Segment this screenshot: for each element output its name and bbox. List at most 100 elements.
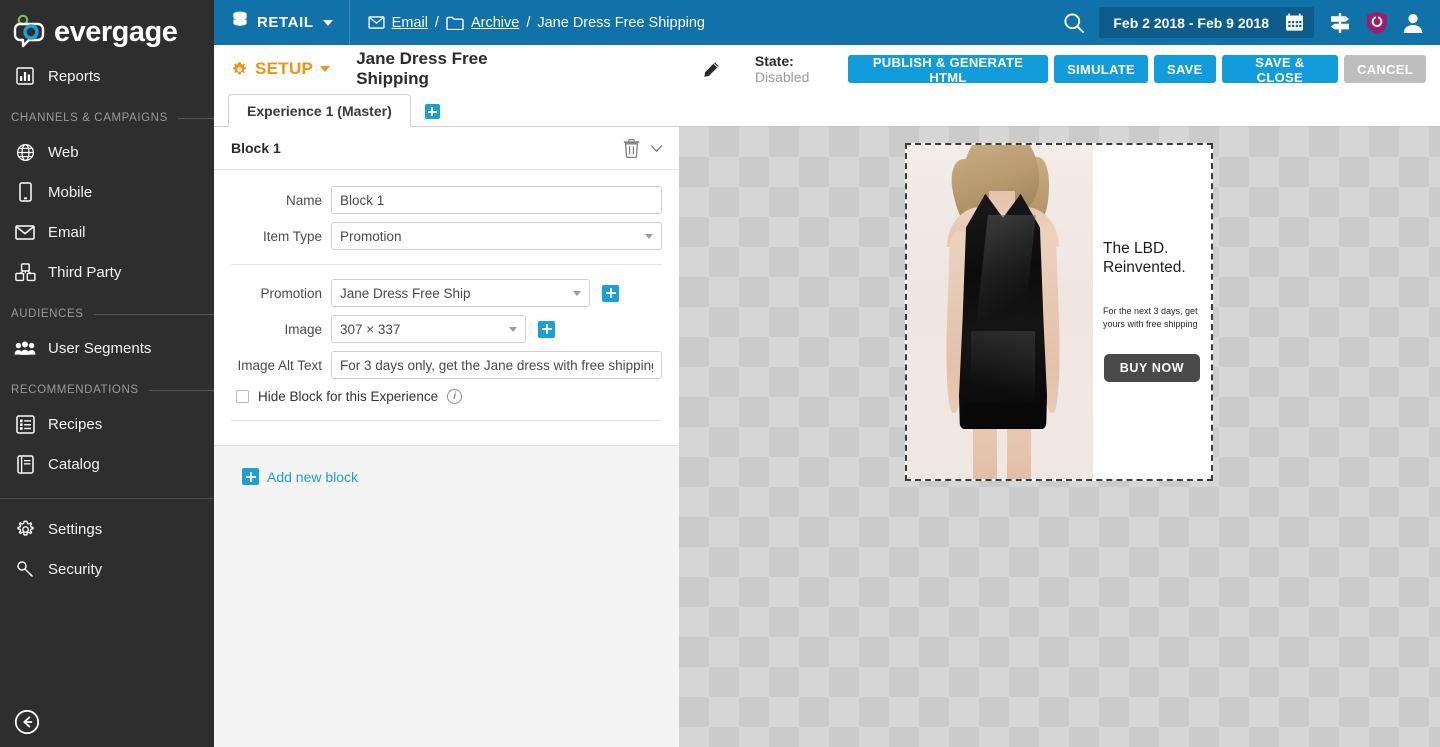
chevron-down-icon [645, 233, 653, 239]
field-row-item-type: Item Type Promotion [231, 218, 662, 254]
buy-now-button[interactable]: BUY NOW [1104, 354, 1200, 382]
promotion-select[interactable]: Jane Dress Free Ship [331, 279, 590, 307]
tab-label: Experience 1 (Master) [247, 103, 392, 119]
search-icon[interactable] [1063, 12, 1085, 34]
setup-menu[interactable]: SETUP [231, 59, 331, 79]
sidebar-item-settings[interactable]: Settings [0, 509, 214, 549]
info-icon[interactable]: i [447, 389, 463, 404]
envelope-icon [12, 221, 38, 243]
chevron-down-icon [322, 19, 333, 26]
third-party-icon [12, 261, 38, 283]
database-stack-icon [232, 11, 248, 34]
item-type-label: Item Type [262, 228, 322, 244]
sidebar-item-catalog[interactable]: Catalog [0, 444, 214, 484]
experience-tabs: Experience 1 (Master) [214, 93, 1440, 127]
breadcrumb-current: Jane Dress Free Shipping [537, 14, 705, 31]
sidebar-item-recipes[interactable]: Recipes [0, 404, 214, 444]
name-input[interactable] [331, 186, 662, 214]
sidebar-item-mobile[interactable]: Mobile [0, 172, 214, 212]
sidebar-item-label: Recipes [48, 415, 103, 433]
sidebar-section-label: RECOMMENDATIONS [11, 384, 139, 396]
simulate-button[interactable]: SIMULATE [1054, 55, 1148, 83]
date-range-picker[interactable]: Feb 2 2018 - Feb 9 2018 [1099, 7, 1314, 38]
book-icon [12, 453, 38, 475]
block-header: Block 1 [214, 127, 679, 170]
signpost-icon[interactable] [1328, 12, 1352, 34]
tab-experience-1-master[interactable]: Experience 1 (Master) [228, 94, 411, 127]
plus-square-icon [538, 320, 555, 338]
add-image-button[interactable] [538, 320, 555, 338]
item-type-select[interactable]: Promotion [331, 222, 662, 250]
add-experience-button[interactable] [424, 104, 440, 119]
block-card: Block 1 Name Block 1 Item Type Promotion… [214, 127, 679, 446]
panel-divider [231, 420, 662, 421]
folder-icon [446, 16, 464, 30]
save-and-close-button[interactable]: SAVE & CLOSE [1221, 55, 1339, 85]
promotion-subtext: For the next 3 days, get yours with free… [1103, 306, 1198, 330]
sidebar-item-label: Catalog [48, 455, 100, 473]
promotion-label: Promotion [260, 285, 322, 301]
save-button[interactable]: SAVE [1153, 55, 1216, 83]
state-value: Disabled [754, 69, 810, 85]
sidebar-item-label: Web [48, 143, 79, 161]
sidebar-item-label: Security [48, 560, 103, 578]
shield-icon[interactable] [1366, 11, 1388, 35]
collapse-left-arrow-icon[interactable] [14, 709, 40, 735]
plus-square-icon [424, 104, 440, 119]
sidebar-item-email[interactable]: Email [0, 212, 214, 252]
sidebar-section-label: CHANNELS & CAMPAIGNS [11, 112, 168, 124]
gear-icon [12, 518, 38, 540]
brand-name: evergage [54, 15, 178, 48]
top-bar: RETAIL Email / Archive / Jane Dress Free… [214, 0, 1440, 45]
promotion-model-photo [907, 145, 1093, 479]
sidebar-item-web[interactable]: Web [0, 132, 214, 172]
mobile-phone-icon [12, 181, 38, 203]
campaign-action-bar: SETUP Jane Dress Free Shipping State: Di… [214, 45, 1440, 93]
sidebar-item-label: Email [48, 223, 86, 241]
chevron-down-icon [509, 326, 517, 332]
add-new-block-button[interactable]: Add new block [214, 446, 679, 485]
sidebar-item-security[interactable]: Security [0, 549, 214, 589]
sidebar-item-user-segments[interactable]: User Segments [0, 328, 214, 368]
pencil-icon[interactable] [703, 61, 720, 78]
field-row-image: Image 307 × 337 [231, 311, 662, 347]
plus-square-icon [602, 284, 619, 302]
promotion-value: Jane Dress Free Ship [340, 285, 471, 301]
envelope-icon [368, 16, 385, 29]
cancel-button[interactable]: CANCEL [1344, 55, 1426, 83]
globe-icon [12, 141, 38, 163]
field-row-image-alt-text: Image Alt Text [231, 347, 662, 383]
hide-block-checkbox[interactable] [236, 390, 249, 403]
publish-generate-html-button[interactable]: PUBLISH & GENERATE HTML [847, 55, 1049, 85]
breadcrumb-link-email[interactable]: Email [392, 15, 428, 31]
key-icon [12, 558, 38, 580]
date-range-value: Feb 2 2018 - Feb 9 2018 [1113, 14, 1269, 31]
account-switcher[interactable]: RETAIL [214, 0, 350, 45]
field-row-promotion: Promotion Jane Dress Free Ship [231, 275, 662, 311]
calendar-icon [1285, 13, 1304, 32]
chevron-down-icon[interactable] [650, 144, 663, 153]
sidebar-item-reports[interactable]: Reports [0, 56, 214, 96]
bar-chart-icon [12, 65, 38, 87]
list-icon [12, 413, 38, 435]
evergage-logo-icon [12, 12, 52, 52]
trash-icon[interactable] [623, 138, 640, 158]
sidebar-item-third-party[interactable]: Third Party [0, 252, 214, 292]
sidebar: evergage Reports CHANNELS & CAMPAIGNS We… [0, 0, 214, 747]
sidebar-divider [0, 498, 214, 499]
section-rule [177, 117, 214, 119]
item-type-value: Promotion [340, 228, 402, 244]
sidebar-item-label: Settings [48, 520, 103, 538]
user-avatar-icon[interactable] [1402, 12, 1424, 34]
panel-divider [231, 264, 662, 265]
people-group-icon [12, 337, 38, 359]
add-new-block-label: Add new block [267, 468, 359, 485]
add-promotion-button[interactable] [602, 284, 619, 302]
field-row-name: Name [231, 182, 662, 218]
brand-logo[interactable]: evergage [0, 0, 214, 56]
image-alt-input[interactable] [331, 351, 662, 379]
breadcrumb-link-archive[interactable]: Archive [471, 15, 519, 31]
image-select[interactable]: 307 × 337 [331, 315, 526, 343]
promotion-preview-frame[interactable]: The LBD. Reinvented. For the next 3 days… [905, 143, 1213, 481]
block-editor-panel: Block 1 Name Block 1 Item Type Promotion… [214, 126, 679, 747]
